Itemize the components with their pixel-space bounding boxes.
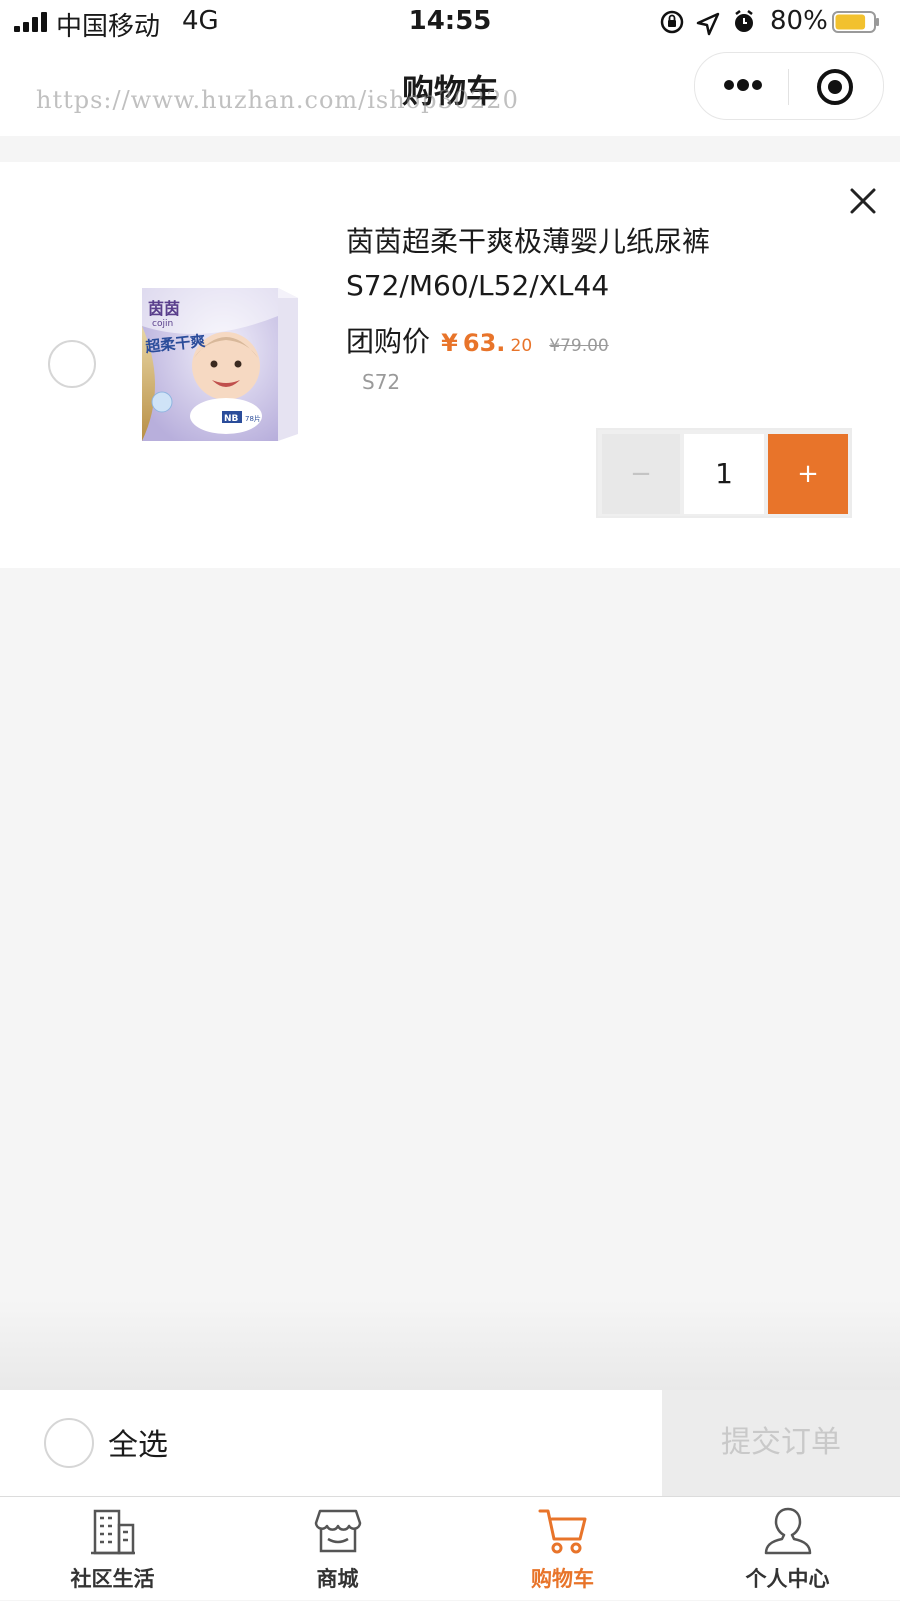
price-currency: ¥: [441, 329, 458, 357]
price-decimal: 20: [510, 336, 533, 356]
original-price: ¥79.00: [549, 336, 609, 356]
battery-icon: [832, 11, 879, 33]
tab-bar: 社区生活 商城 购物车 个人中心: [0, 1496, 900, 1600]
battery-percent: 80%: [770, 6, 828, 36]
store-icon: [314, 1509, 362, 1553]
quantity-input[interactable]: 1: [684, 434, 764, 514]
tab-label: 商城: [316, 1567, 359, 1591]
count-text: 78片: [245, 414, 261, 423]
remove-item-icon[interactable]: [848, 186, 878, 216]
tab-mall[interactable]: 商城: [225, 1497, 450, 1601]
tab-label: 个人中心: [745, 1567, 830, 1591]
size-text: NB: [224, 414, 239, 424]
tab-label: 社区生活: [70, 1567, 155, 1591]
more-icon[interactable]: [723, 73, 763, 97]
mini-program-capsule: [694, 52, 884, 120]
brand-en-text: cojin: [152, 319, 173, 329]
product-title-line2: S72/M60/L52/XL44: [346, 269, 610, 302]
alarm-icon: [735, 10, 753, 32]
building-icon: [91, 1509, 135, 1555]
select-all-radio[interactable]: [44, 1418, 94, 1468]
item-select-radio[interactable]: [48, 340, 96, 388]
tab-label: 购物车: [531, 1567, 594, 1591]
tab-profile[interactable]: 个人中心: [675, 1497, 900, 1601]
product-image[interactable]: 茵茵 cojin 超柔干爽 NB 78片: [128, 266, 308, 446]
product-spec: S72: [362, 370, 401, 394]
cart-item: 茵茵 cojin 超柔干爽 NB 78片 茵茵超柔干爽极薄婴儿纸尿裤 S72/M…: [0, 162, 900, 568]
cart-icon: [538, 1509, 587, 1554]
select-all-label[interactable]: 全选: [108, 1420, 168, 1464]
price-label: 团购价: [346, 325, 431, 358]
tab-community[interactable]: 社区生活: [0, 1497, 225, 1601]
close-mini-program-icon[interactable]: [815, 67, 855, 107]
increase-quantity-button[interactable]: +: [768, 434, 848, 514]
orientation-lock-icon: [660, 10, 684, 34]
product-title[interactable]: 茵茵超柔干爽极薄婴儿纸尿裤 S72/M60/L52/XL44: [346, 220, 766, 308]
user-icon: [764, 1507, 812, 1555]
location-icon: [696, 12, 720, 36]
status-icons: [660, 10, 753, 36]
bottom-shadow: [0, 1300, 900, 1390]
tab-cart[interactable]: 购物车: [450, 1497, 675, 1601]
submit-order-button[interactable]: 提交订单: [662, 1390, 900, 1496]
watermark: https://www.huzhan.com/ishop30220: [36, 86, 519, 114]
price-row: 团购价 ¥ 63. 20 ¥79.00: [346, 320, 609, 360]
nav-bar: 购物车 https://www.huzhan.com/ishop30220: [0, 44, 900, 136]
quantity-stepper: − 1 +: [596, 428, 852, 518]
brand-text: 茵茵: [148, 299, 180, 318]
decrease-quantity-button[interactable]: −: [602, 434, 680, 514]
status-bar: 中国移动 4G 14:55 80%: [0, 0, 900, 44]
capsule-divider: [788, 69, 789, 105]
checkout-bar: 全选 提交订单: [0, 1390, 900, 1496]
price-integer: 63.: [462, 329, 506, 357]
product-title-line1: 茵茵超柔干爽极薄婴儿纸尿裤: [346, 225, 711, 258]
